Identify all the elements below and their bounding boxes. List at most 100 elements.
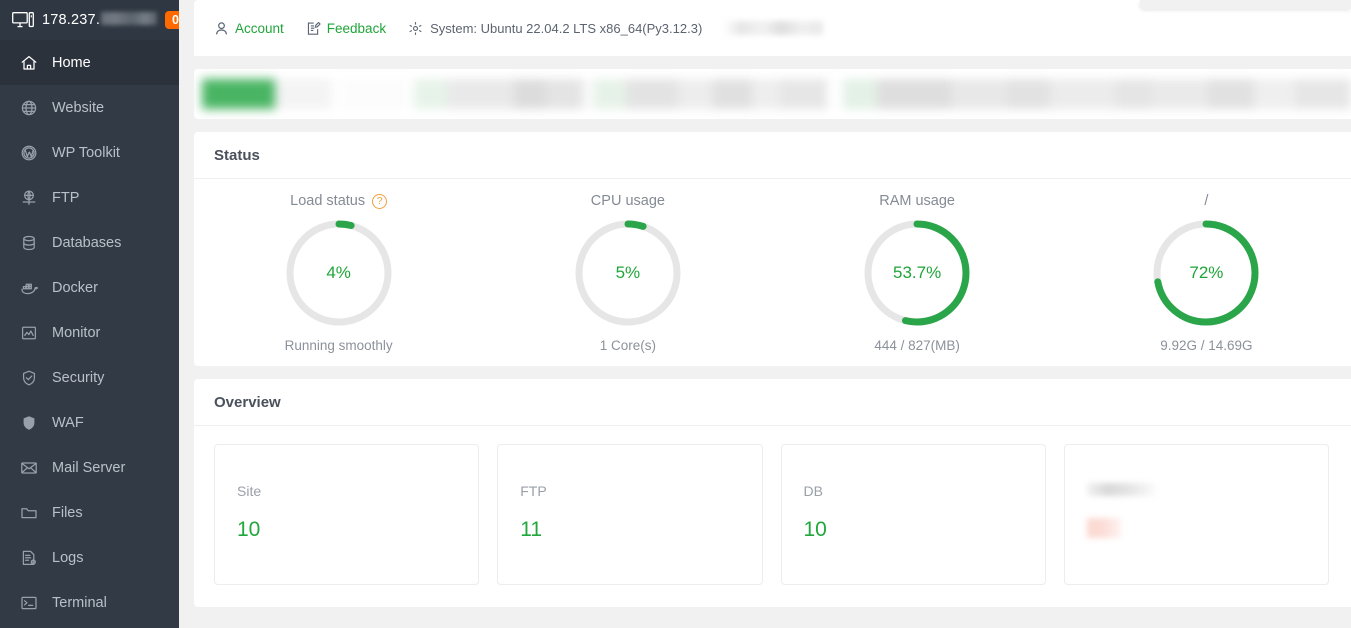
help-icon[interactable]: ? — [372, 193, 388, 209]
gauge-ring: 5% — [573, 218, 683, 328]
sidebar: 178.237. 0 Home Website WP Toolkit FTP Datab… — [0, 0, 179, 628]
notice-blur-segment — [274, 79, 333, 109]
notice-blur-segment — [583, 79, 595, 109]
notice-blur-segment — [876, 79, 952, 109]
system-label: System: Ubuntu 22.04.2 LTS x86_64(Py3.12… — [430, 20, 703, 36]
notice-blur-segment — [752, 79, 781, 109]
overview-card-label: Site — [237, 483, 262, 499]
notice-blur-segment — [678, 79, 714, 109]
notice-blur-segment — [826, 79, 844, 109]
notice-blur-segment — [413, 79, 448, 109]
notice-blur-segment — [332, 79, 342, 109]
sidebar-item-label: FTP — [52, 189, 80, 206]
logs-icon — [20, 549, 38, 567]
gauge-disk: / 72% 9.92G / 14.69G — [1062, 192, 1351, 353]
notice-blur-segment — [341, 79, 407, 109]
ftp-icon — [20, 189, 38, 207]
gauge-subtext: Running smoothly — [284, 338, 393, 353]
gauge-title-row: CPU usage — [591, 192, 665, 210]
gauge-title: RAM usage — [879, 193, 955, 209]
sidebar-item-home[interactable]: Home — [0, 40, 179, 85]
gauge-title-row: / — [1204, 192, 1208, 210]
sidebar-item-security[interactable]: Security — [0, 355, 179, 400]
sidebar-item-label: Website — [52, 99, 105, 116]
sidebar-item-label: Docker — [52, 279, 98, 296]
sidebar-item-website[interactable]: Website — [0, 85, 179, 130]
mail-icon — [20, 459, 38, 477]
feedback-label: Feedback — [326, 20, 387, 36]
gauge-value: 4% — [326, 263, 351, 282]
host-redacted-block — [101, 12, 158, 25]
overview-card-redacted[interactable] — [1063, 444, 1329, 585]
notice-blur-segment — [713, 79, 753, 109]
notice-bar[interactable] — [194, 69, 1351, 119]
sidebar-item-wp-toolkit[interactable]: WP Toolkit — [0, 130, 179, 175]
sidebar-nav: Home Website WP Toolkit FTP Databases Docker M… — [0, 40, 179, 628]
sidebar-item-label: Security — [52, 369, 105, 386]
person-icon — [214, 21, 229, 36]
notice-redacted-block — [202, 79, 1351, 109]
notice-blur-segment — [447, 79, 515, 109]
sidebar-item-waf[interactable]: WAF — [0, 400, 179, 445]
notice-blur-segment — [594, 79, 626, 109]
shield-icon — [20, 414, 38, 432]
overview-title: Overview — [194, 379, 1351, 426]
overview-card-ftp[interactable]: FTP 11 — [497, 444, 763, 585]
notice-blur-segment — [514, 79, 546, 109]
sidebar-header: 178.237. 0 — [0, 0, 179, 40]
sidebar-item-terminal[interactable]: Terminal — [0, 580, 179, 625]
topbar-corner-cut — [1140, 0, 1351, 9]
gauge-ring: 4% — [284, 218, 394, 328]
overview-card-label: FTP — [520, 483, 547, 499]
sidebar-item-docker[interactable]: Docker — [0, 265, 179, 310]
overview-card: Overview Site 10 FTP 11 DB 10 — [194, 379, 1351, 607]
sidebar-item-label: WAF — [52, 414, 84, 431]
sidebar-item-label: Databases — [52, 234, 122, 251]
notice-blur-segment — [1007, 79, 1050, 109]
sidebar-item-label: Files — [52, 504, 83, 521]
notice-blur-segment — [1254, 79, 1296, 109]
sidebar-item-label: Mail Server — [52, 459, 126, 476]
notice-blur-segment — [780, 79, 827, 109]
notification-badge[interactable]: 0 — [165, 11, 179, 29]
feedback-edit-icon — [306, 21, 321, 36]
notice-blur-segment — [843, 79, 877, 109]
account-link[interactable]: Account — [214, 21, 284, 36]
sidebar-item-logs[interactable]: Logs — [0, 535, 179, 580]
sidebar-item-label: WP Toolkit — [52, 144, 120, 161]
sidebar-item-files[interactable]: Files — [0, 490, 179, 535]
gauge-title: Load status — [290, 193, 366, 209]
sidebar-item-databases[interactable]: Databases — [0, 220, 179, 265]
sidebar-item-mail-server[interactable]: Mail Server — [0, 445, 179, 490]
overview-label-redacted — [1086, 483, 1155, 496]
notice-blur-segment — [1049, 79, 1115, 109]
monitor-chart-icon — [20, 324, 38, 342]
overview-cards: Site 10 FTP 11 DB 10 — [194, 426, 1351, 607]
gauge-ring: 72% — [1151, 218, 1261, 328]
wordpress-icon — [20, 144, 38, 162]
notice-blur-segment — [1207, 79, 1255, 109]
notice-blur-segment — [625, 79, 678, 109]
overview-value-redacted — [1086, 518, 1121, 538]
database-icon — [20, 234, 38, 252]
feedback-link[interactable]: Feedback — [306, 21, 386, 36]
overview-card-site[interactable]: Site 10 — [214, 444, 480, 585]
gauge-title: / — [1204, 193, 1209, 209]
gauge-subtext: 444 / 827(MB) — [874, 338, 960, 353]
sidebar-item-ftp[interactable]: FTP — [0, 175, 179, 220]
notice-blur-segment — [1152, 79, 1208, 109]
gauge-load-status: Load status? 4% Running smoothly — [194, 192, 483, 353]
sidebar-item-label: Monitor — [52, 324, 101, 341]
gauge-subtext: 9.92G / 14.69G — [1160, 338, 1253, 353]
notice-blur-segment — [1114, 79, 1153, 109]
gauge-ram-usage: RAM usage 53.7% 444 / 827(MB) — [773, 192, 1062, 353]
overview-card-db[interactable]: DB 10 — [780, 444, 1046, 585]
notice-blur-segment — [1295, 79, 1351, 109]
globe-icon — [20, 99, 38, 117]
system-share-icon — [408, 21, 423, 36]
system-info: System: Ubuntu 22.04.2 LTS x86_64(Py3.12… — [408, 20, 824, 36]
status-title: Status — [194, 132, 1351, 179]
server-monitor-icon — [12, 12, 34, 28]
sidebar-item-label: Logs — [52, 549, 84, 566]
sidebar-item-monitor[interactable]: Monitor — [0, 310, 179, 355]
